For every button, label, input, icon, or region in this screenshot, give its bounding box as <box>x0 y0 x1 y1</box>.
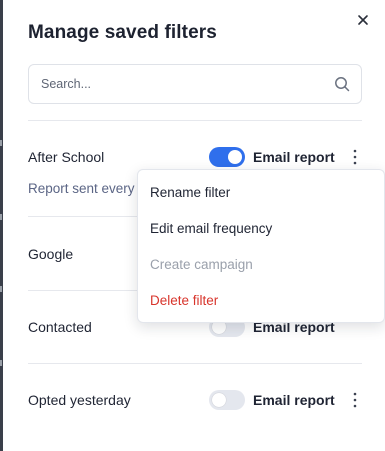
report-frequency-text: Report sent every <box>28 181 135 196</box>
panel-title: Manage saved filters <box>28 22 217 43</box>
close-icon <box>358 15 368 25</box>
edge-marker <box>0 360 2 366</box>
filter-name-after-school: After School <box>28 149 105 165</box>
more-options-button[interactable] <box>349 148 361 166</box>
divider <box>28 363 362 364</box>
kebab-icon <box>353 149 357 165</box>
filter-options-menu: Rename filter Edit email frequency Creat… <box>137 169 385 323</box>
kebab-icon <box>353 392 357 408</box>
toggle-knob <box>228 150 242 164</box>
close-button[interactable] <box>354 10 372 30</box>
menu-item-edit-email-frequency[interactable]: Edit email frequency <box>150 221 272 236</box>
search-input[interactable] <box>41 74 321 94</box>
email-report-label: Email report <box>253 392 335 408</box>
edge-marker <box>0 286 2 292</box>
menu-item-rename-filter[interactable]: Rename filter <box>150 185 230 200</box>
email-report-toggle[interactable] <box>209 147 245 167</box>
filter-name-google: Google <box>28 246 74 262</box>
filter-name-opted-yesterday: Opted yesterday <box>28 392 131 408</box>
divider <box>28 120 362 121</box>
more-options-button[interactable] <box>349 391 361 409</box>
edge-marker <box>0 140 2 146</box>
menu-item-delete-filter[interactable]: Delete filter <box>150 293 218 308</box>
filter-name-contacted: Contacted <box>28 319 92 335</box>
search-icon[interactable] <box>334 76 350 92</box>
toggle-knob <box>212 393 226 407</box>
menu-item-create-campaign: Create campaign <box>150 257 253 272</box>
left-edge-strip <box>0 0 3 451</box>
search-box[interactable] <box>28 64 362 104</box>
edge-marker <box>0 214 2 220</box>
email-report-toggle[interactable] <box>209 390 245 410</box>
email-report-label: Email report <box>253 149 335 165</box>
